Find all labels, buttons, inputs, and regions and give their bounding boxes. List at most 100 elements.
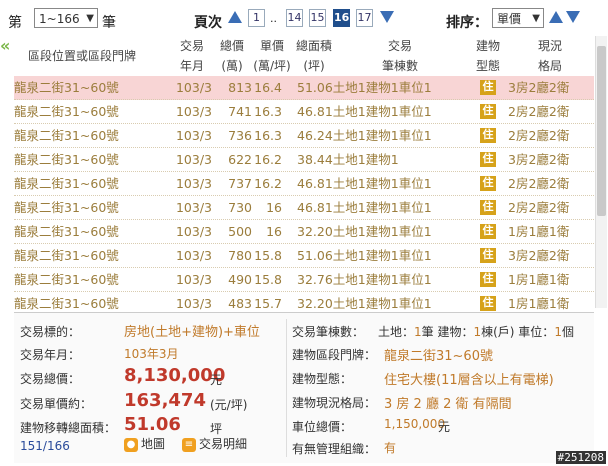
cell-price: 780 — [228, 248, 252, 263]
table-row[interactable]: 龍泉二街31~60號 103/3 730 16 46.81土地1建物1車位1 住 2房2廳2… — [14, 196, 594, 220]
table-row[interactable]: 龍泉二街31~60號 103/3 780 15.8 51.06土地1建物1車位1 住 3房2… — [14, 244, 594, 268]
table-row[interactable]: 龍泉二街31~60號 103/3 622 16.2 38.44土地1建物1 住 3房2廳2衛 — [14, 148, 594, 172]
cell-layout: 2房2廳2衛 — [508, 176, 570, 191]
table-scrollbar[interactable] — [595, 36, 607, 308]
cell-area-tx: 32.20土地1建物1車位1 — [297, 224, 432, 239]
unit-price-label: 交易單價約： — [20, 397, 93, 411]
building-type-label: 建物型態： — [292, 372, 353, 386]
page-link-15[interactable]: 15 — [309, 9, 326, 27]
chevron-down-icon: ▼ — [532, 13, 540, 24]
table-row[interactable]: 龍泉二街31~60號 103/3 737 16.2 46.81土地1建物1車位1 住 2房2… — [14, 172, 594, 196]
cell-building-type: 住 — [480, 80, 496, 95]
cell-layout: 1房1廳1衛 — [508, 224, 570, 239]
table-row[interactable]: 龍泉二街31~60號 103/3 490 15.8 32.76土地1建物1車位1 住 1房1… — [14, 268, 594, 292]
cell-building-type: 住 — [480, 296, 496, 311]
sort-select-value: 單價 — [497, 12, 522, 26]
prev-page-icon[interactable] — [228, 11, 242, 23]
cell-price: 490 — [228, 272, 252, 287]
page-link-16-current[interactable]: 16 — [333, 9, 350, 27]
cell-date: 103/3 — [175, 152, 212, 167]
cell-location: 龍泉二街31~60號 — [14, 152, 119, 167]
cell-location: 龍泉二街31~60號 — [14, 200, 119, 215]
cell-building-type: 住 — [480, 272, 496, 287]
total-price-unit: 元 — [210, 373, 223, 387]
range-select[interactable]: 1~166 ▼ — [34, 8, 98, 28]
col-unit-top: 單價 — [259, 39, 284, 53]
col-price-bottom: (萬) — [221, 59, 243, 73]
tx-count-value: 土地：1筆 建物：1棟(戶) 車位：1個 — [378, 325, 574, 339]
col-location[interactable]: 區段位置或區段門牌 — [28, 46, 136, 66]
cell-area-tx: 46.24土地1建物1車位1 — [297, 128, 432, 143]
cell-date: 103/3 — [175, 272, 212, 287]
cell-price: 737 — [228, 176, 252, 191]
table-row[interactable]: 龍泉二街31~60號 103/3 500 16 32.20土地1建物1車位1 住 1房1廳1… — [14, 220, 594, 244]
col-area-bottom: (坪) — [303, 59, 325, 73]
cell-price: 741 — [228, 104, 252, 119]
cell-layout: 1房1廳1衛 — [508, 272, 570, 287]
scrollbar-thumb[interactable] — [597, 46, 606, 216]
col-unit-bottom: (萬/坪) — [253, 59, 291, 73]
detail-panel: 交易標的： 房地(土地+建物)+車位 交易年月： 103年3月 交易總價： 8,… — [14, 312, 594, 463]
tx-count-label: 交易筆棟數： — [292, 325, 365, 339]
page-link-1[interactable]: 1 — [248, 9, 265, 27]
cell-location: 龍泉二街31~60號 — [14, 104, 119, 119]
area-value: 51.06 — [124, 414, 181, 435]
cell-date: 103/3 — [175, 224, 212, 239]
map-pin-icon: ● — [124, 437, 138, 452]
sort-select[interactable]: 單價 ▼ — [492, 8, 544, 28]
collapse-panel-icon[interactable]: « — [0, 36, 14, 58]
watermark: #251208 — [555, 451, 606, 464]
cell-unit-price: 16.3 — [254, 128, 282, 143]
cell-layout: 3房2廳2衛 — [508, 248, 570, 263]
cell-area-tx: 32.76土地1建物1車位1 — [297, 272, 432, 287]
cell-location: 龍泉二街31~60號 — [14, 248, 119, 263]
table-row[interactable]: 龍泉二街31~60號 103/3 736 16.3 46.24土地1建物1車位1 住 2房2… — [14, 124, 594, 148]
cell-location: 龍泉二街31~60號 — [14, 128, 119, 143]
next-page-icon[interactable] — [380, 11, 394, 23]
col-layout-top: 現況 — [537, 39, 562, 53]
page-link-17[interactable]: 17 — [356, 9, 373, 27]
cell-location: 龍泉二街31~60號 — [14, 272, 119, 287]
total-price-label: 交易總價： — [20, 372, 81, 386]
col-area-top: 總面積 — [295, 39, 332, 53]
cell-building-type: 住 — [480, 128, 496, 143]
page-ellipsis: .. — [270, 12, 277, 25]
map-button[interactable]: ● 地圖 — [124, 435, 165, 453]
col-price-top: 總價 — [219, 39, 244, 53]
table-row[interactable]: 龍泉二街31~60號 103/3 741 16.3 46.81土地1建物1車位1 住 2房2… — [14, 100, 594, 124]
cell-layout: 2房2廳2衛 — [508, 128, 570, 143]
cell-unit-price: 16.4 — [254, 80, 282, 95]
cell-date: 103/3 — [175, 104, 212, 119]
cell-area-tx: 46.81土地1建物1車位1 — [297, 200, 432, 215]
col-layout-bottom: 格局 — [537, 59, 562, 73]
cell-location: 龍泉二街31~60號 — [14, 176, 119, 191]
area-label: 建物移轉總面積： — [20, 421, 117, 435]
parking-price-unit: 元 — [438, 420, 451, 434]
address-value: 龍泉二街31~60號 — [384, 349, 493, 364]
target-label: 交易標的： — [20, 325, 81, 339]
page-link-14[interactable]: 14 — [286, 9, 303, 27]
col-date-top: 交易 — [179, 39, 204, 53]
cell-area-tx: 51.06土地1建物1車位1 — [297, 80, 432, 95]
sort-desc-icon[interactable] — [566, 11, 580, 23]
col-type-bottom: 型態 — [475, 59, 500, 73]
transaction-detail-button[interactable]: ≡ 交易明細 — [182, 435, 247, 453]
cell-date: 103/3 — [175, 176, 212, 191]
detail-divider — [286, 319, 287, 457]
cell-unit-price: 16 — [266, 224, 282, 239]
sort-asc-icon[interactable] — [549, 11, 563, 23]
cell-price: 500 — [228, 224, 252, 239]
cell-unit-price: 16 — [266, 200, 282, 215]
cell-unit-price: 15.8 — [254, 248, 282, 263]
cell-location: 龍泉二街31~60號 — [14, 80, 119, 95]
cell-building-type: 住 — [480, 152, 496, 167]
cell-layout: 3房2廳2衛 — [508, 152, 570, 167]
table-row[interactable]: 龍泉二街31~60號 103/3 813 16.4 51.06土地1建物1車位1 住 3房2… — [14, 76, 594, 100]
cell-layout: 3房2廳2衛 — [508, 80, 570, 95]
record-count: 151/166 — [20, 439, 70, 453]
cell-area-tx: 46.81土地1建物1車位1 — [297, 176, 432, 191]
cell-location: 龍泉二街31~60號 — [14, 224, 119, 239]
cell-building-type: 住 — [480, 248, 496, 263]
range-prefix: 第 — [8, 15, 22, 31]
layout-label: 建物現況格局： — [292, 396, 377, 410]
